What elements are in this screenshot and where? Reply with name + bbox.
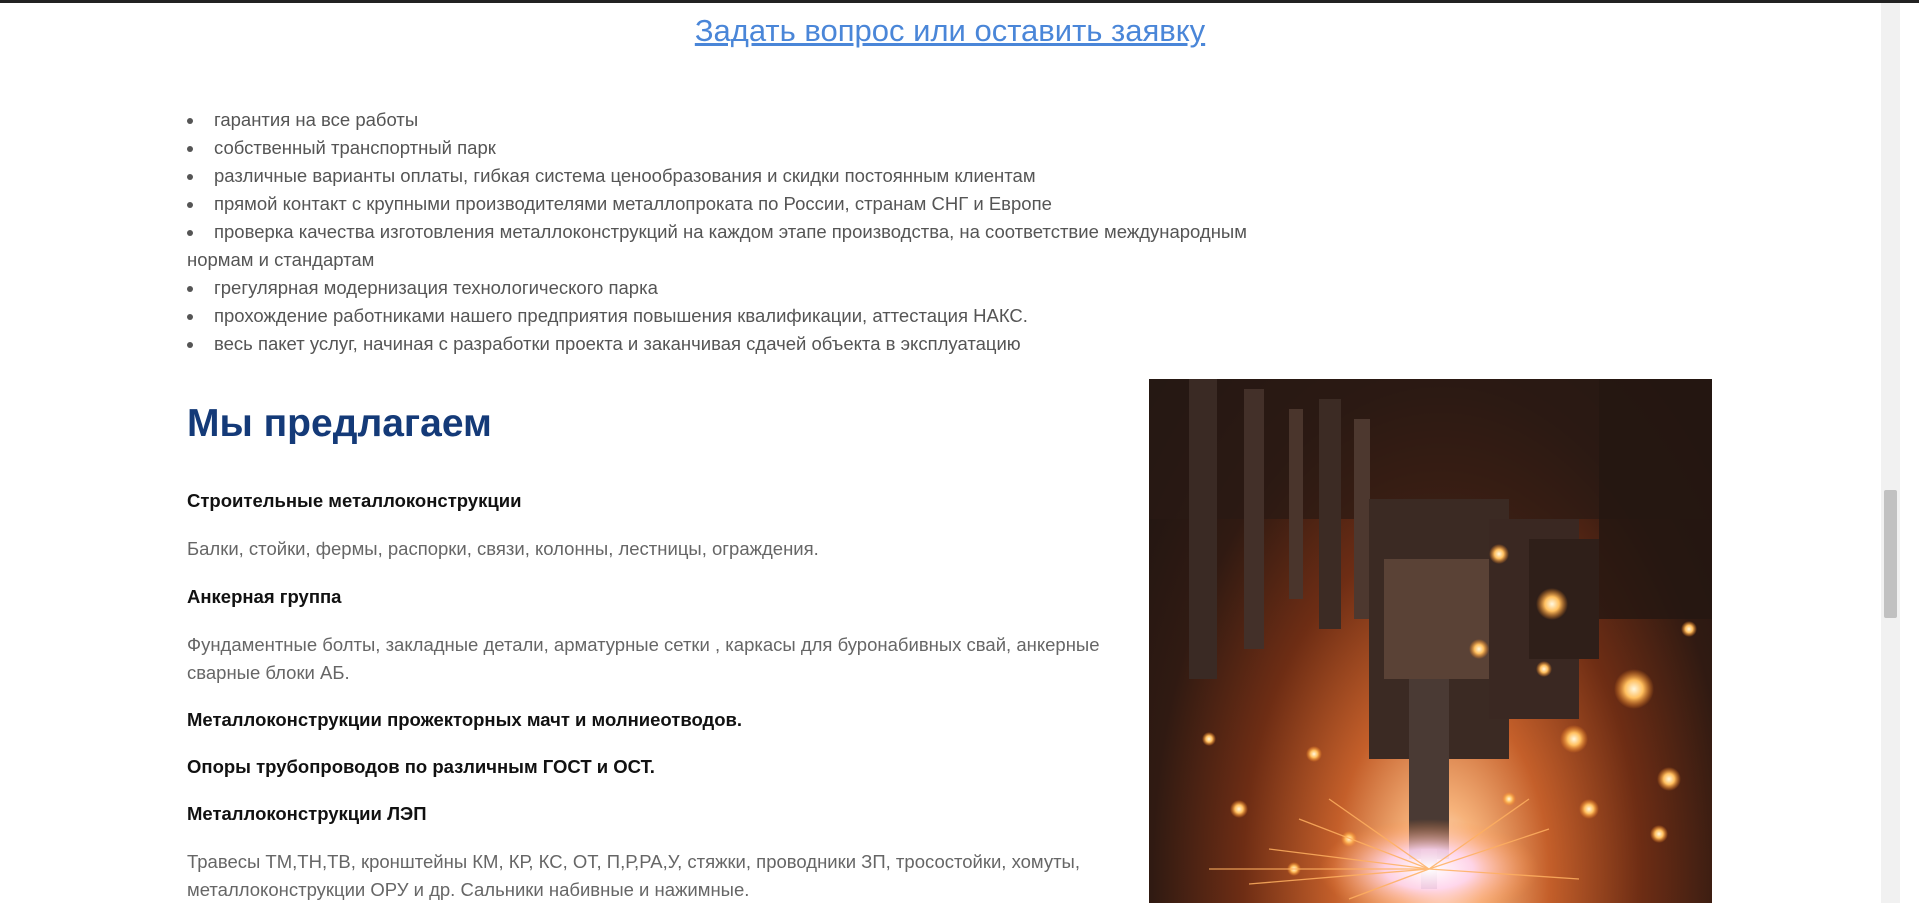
vertical-scrollbar[interactable] (1881, 3, 1900, 903)
offer-title: Мы предлагаем (187, 402, 492, 445)
offer-section: Мы предлагаем Строительные металлоконстр… (187, 395, 1127, 904)
metal-cutting-photo (1149, 379, 1712, 903)
list-item: различные варианты оплаты, гибкая систем… (187, 162, 1267, 190)
offer-item-title: Металлоконструкции ЛЭП (187, 803, 427, 824)
advantages-list: гарантия на все работы собственный транс… (187, 106, 1267, 358)
offer-item-title: Опоры трубопроводов по различным ГОСТ и … (187, 756, 655, 777)
list-item: собственный транспортный парк (187, 134, 1267, 162)
list-item: гарантия на все работы (187, 106, 1267, 134)
scrollbar-thumb[interactable] (1884, 490, 1897, 618)
list-item: весь пакет услуг, начиная с разработки п… (187, 330, 1267, 358)
ask-question-link[interactable]: Задать вопрос или оставить заявку (0, 13, 1900, 49)
offer-item-title: Анкерная группа (187, 586, 342, 607)
list-item: прохождение работниками нашего предприят… (187, 302, 1267, 330)
offer-item-text: Травесы ТМ,ТН,ТВ, кронштейны КМ, КР, КС,… (187, 851, 1080, 900)
list-item: прямой контакт с крупными производителям… (187, 190, 1267, 218)
list-item: проверка качества изготовления металлоко… (187, 218, 1267, 246)
page: Задать вопрос или оставить заявку гарант… (0, 3, 1900, 903)
offer-item-text: Балки, стойки, фермы, распорки, связи, к… (187, 538, 819, 559)
offer-item-text: Фундаментные болты, закладные детали, ар… (187, 634, 1100, 683)
list-item: грегулярная модернизация технологическог… (187, 274, 1267, 302)
offer-item-title: Металлоконструкции прожекторных мачт и м… (187, 709, 743, 730)
offer-item-title: Строительные металлоконструкции (187, 490, 522, 511)
list-item-continuation: нормам и стандартам (187, 249, 375, 270)
